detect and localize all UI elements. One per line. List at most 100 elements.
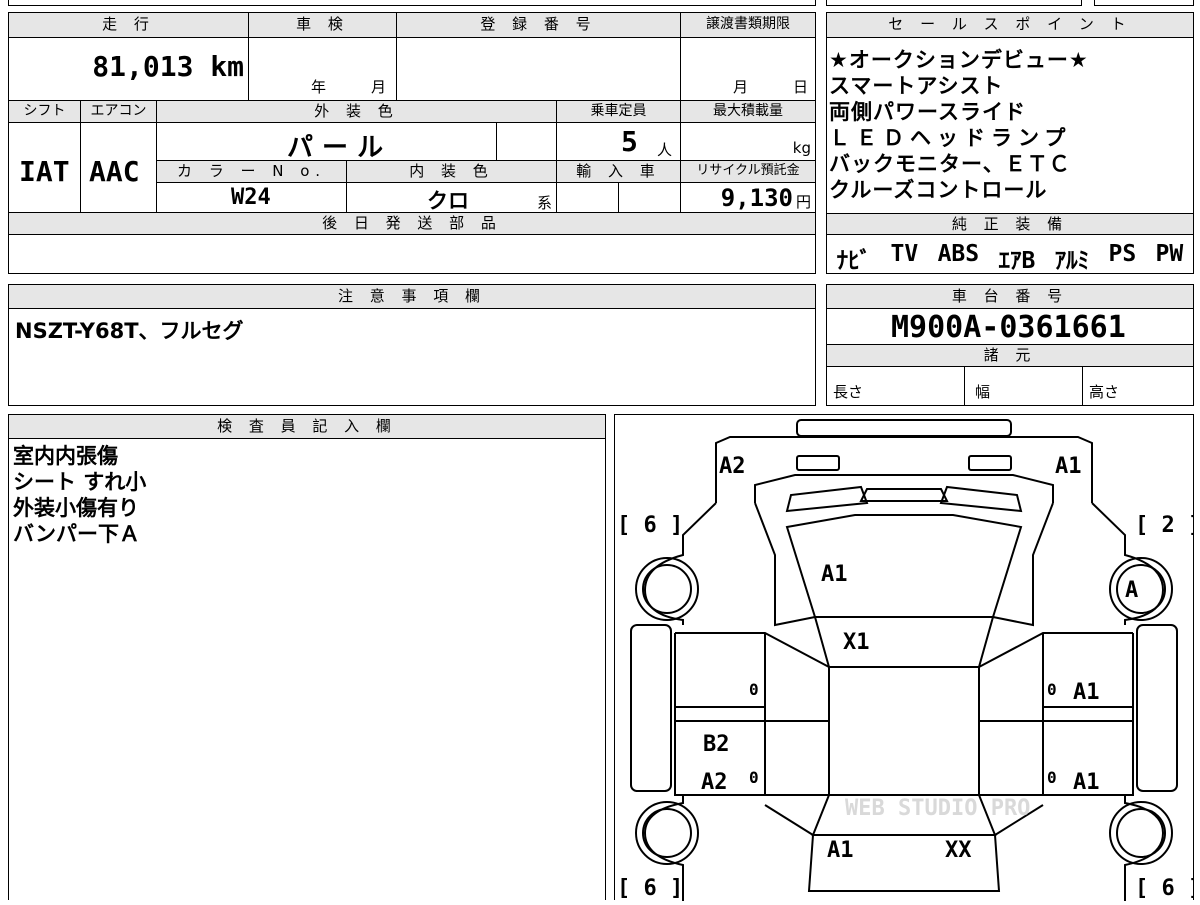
equipment-item-alloy: ｱﾙﾐ (1054, 248, 1090, 274)
notes-text: NSZT-Y68T、フルセグ (15, 319, 244, 343)
recycle-unit: 円 (795, 193, 811, 211)
aircon-value: AAC (89, 155, 140, 188)
tyre-front-right: [ 2 ] (1135, 513, 1193, 538)
shaken-cell: 年 月 (249, 38, 397, 101)
max-load-cell: kg (681, 123, 815, 161)
damage-diagram-box: WEB STUDIO PRO [ 6 ] [ 2 ] [ 6 ] [ 6 ] A… (614, 414, 1200, 901)
sales-points-label: セ ー ル ス ポ イ ン ト (827, 13, 1193, 38)
capacity-unit: 人 (657, 141, 673, 159)
tyre-rear-right: [ 6 ] (1135, 876, 1193, 901)
equipment-label: 純 正 装 備 (827, 213, 1193, 235)
sales-point: ＬＥＤヘッドランプ (829, 126, 1072, 150)
transfer-month: 月 (733, 78, 749, 96)
height-cell: 高さ (1083, 367, 1193, 405)
length-cell: 長さ (827, 367, 965, 405)
tyre-front-left: [ 6 ] (617, 513, 683, 538)
sales-point: クルーズコントロール (829, 178, 1048, 202)
recycle-cell: 9,130 円 (681, 183, 815, 213)
transfer-deadline-label: 譲渡書類期限 (681, 13, 815, 38)
zero-mark-left-front: 0 (749, 680, 759, 699)
height-label: 高さ (1089, 383, 1120, 401)
recycle-label: リサイクル預託金 (681, 161, 815, 183)
max-load-unit: kg (792, 139, 811, 157)
tyre-rear-left: [ 6 ] (617, 876, 683, 901)
shaken-year: 年 (311, 78, 327, 96)
shaken-month: 月 (371, 78, 387, 96)
inspector-label: 検 査 員 記 入 欄 (9, 415, 605, 439)
equipment-list: ﾅﾋﾞ TV ABS ｴｱB ｱﾙﾐ PS PW (827, 241, 1193, 275)
shaken-label: 車 検 (249, 13, 397, 38)
inspector-line: 室内内張傷 (13, 444, 118, 468)
notes-box: 注 意 事 項 欄 NSZT-Y68T、フルセグ (8, 284, 816, 406)
exterior-color-extra (497, 123, 557, 161)
color-no-value: W24 (231, 185, 271, 210)
inspector-notes: 室内内張傷 シート すれ小 外装小傷有り バンパー下Ａ (13, 443, 146, 547)
aircon-cell: AAC (81, 123, 157, 213)
clipped-top-row (8, 0, 816, 6)
mark-roof: X1 (843, 630, 870, 655)
exterior-color-label: 外 装 色 (157, 101, 557, 123)
inspector-line: シート すれ小 (13, 470, 147, 494)
color-no-cell: W24 (157, 183, 347, 213)
equipment-item-abs: ABS (937, 241, 980, 267)
interior-color-label: 内 装 色 (347, 161, 557, 183)
mark-front-right-door: A1 (1073, 680, 1100, 705)
registration-label: 登 録 番 号 (397, 13, 681, 38)
interior-color-value: クロ (427, 189, 469, 213)
mark-rear-right-door: A1 (1073, 770, 1100, 795)
chassis-cell: M900A-0361661 (827, 309, 1193, 345)
car-diagram: WEB STUDIO PRO [ 6 ] [ 2 ] [ 6 ] [ 6 ] A… (617, 419, 1200, 901)
sales-point: 両側パワースライド (829, 100, 1026, 124)
capacity-cell: 5 人 (557, 123, 681, 161)
aircon-label: エアコン (81, 101, 157, 123)
interior-color-cell: クロ 系 (347, 183, 557, 213)
spec-label: 諸 元 (827, 345, 1193, 367)
mileage-cell: 81,013 km (9, 38, 249, 101)
transfer-day: 日 (793, 78, 809, 96)
sales-points-list: ★オークションデビュー★ スマートアシスト 両側パワースライド ＬＥＤヘッドラン… (829, 47, 1089, 203)
notes-label: 注 意 事 項 欄 (9, 285, 815, 309)
clipped-top-row-far-right (1094, 0, 1194, 6)
inspector-box: 検 査 員 記 入 欄 室内内張傷 シート すれ小 外装小傷有り バンパー下Ａ (8, 414, 606, 900)
sales-point: スマートアシスト (829, 74, 1004, 98)
max-load-label: 最大積載量 (681, 101, 815, 123)
clipped-top-row-right (826, 0, 1082, 6)
chassis-number: M900A-0361661 (891, 310, 1126, 345)
shift-cell: IAT (9, 123, 81, 213)
shift-value: IAT (19, 155, 70, 188)
mark-rear-right: XX (945, 838, 972, 863)
color-no-label: カ ラ ー N o. (157, 161, 347, 183)
equipment-item-pw: PW (1155, 241, 1184, 267)
equipment-item-tv: TV (890, 241, 919, 267)
transfer-deadline-cell: 月 日 (681, 38, 815, 101)
sales-point: バックモニター、ＥＴＣ (829, 152, 1071, 176)
exterior-color-cell: パ ー ル (157, 123, 497, 161)
import-label: 輸 入 車 (557, 161, 681, 183)
shift-label: シフト (9, 101, 81, 123)
equipment-item-airbag: ｴｱB (998, 248, 1036, 274)
chassis-box: 車 台 番 号 M900A-0361661 諸 元 長さ 幅 高さ (826, 284, 1194, 406)
capacity-label: 乗車定員 (557, 101, 681, 123)
chassis-label: 車 台 番 号 (827, 285, 1193, 309)
width-label: 幅 (975, 383, 991, 401)
mark-hood: A1 (821, 562, 848, 587)
capacity-value: 5 (621, 125, 638, 158)
recycle-value: 9,130 (720, 184, 793, 212)
mark-front-left-corner: A2 (719, 454, 746, 479)
inspector-line: 外装小傷有り (13, 496, 139, 520)
exterior-color-value: パ ー ル (287, 133, 384, 161)
zero-mark-right-rear: 0 (1047, 768, 1057, 787)
zero-mark-left-rear: 0 (749, 768, 759, 787)
width-cell: 幅 (965, 367, 1083, 405)
sales-points-box: セ ー ル ス ポ イ ン ト ★オークションデビュー★ スマートアシスト 両側… (826, 12, 1194, 274)
zero-mark-right-front: 0 (1047, 680, 1057, 699)
interior-color-suffix: 系 (537, 194, 553, 212)
import-cell-a (557, 183, 619, 213)
equipment-item-nav: ﾅﾋﾞ (836, 248, 872, 274)
import-cell-b (619, 183, 681, 213)
mark-front-right-corner: A1 (1055, 454, 1082, 479)
vehicle-info-table: 走 行 車 検 登 録 番 号 譲渡書類期限 81,013 km 年 月 月 日… (8, 12, 816, 274)
registration-value (397, 38, 681, 101)
watermark: WEB STUDIO PRO (845, 796, 1030, 821)
mark-rear-left-door: A2 (701, 770, 728, 795)
